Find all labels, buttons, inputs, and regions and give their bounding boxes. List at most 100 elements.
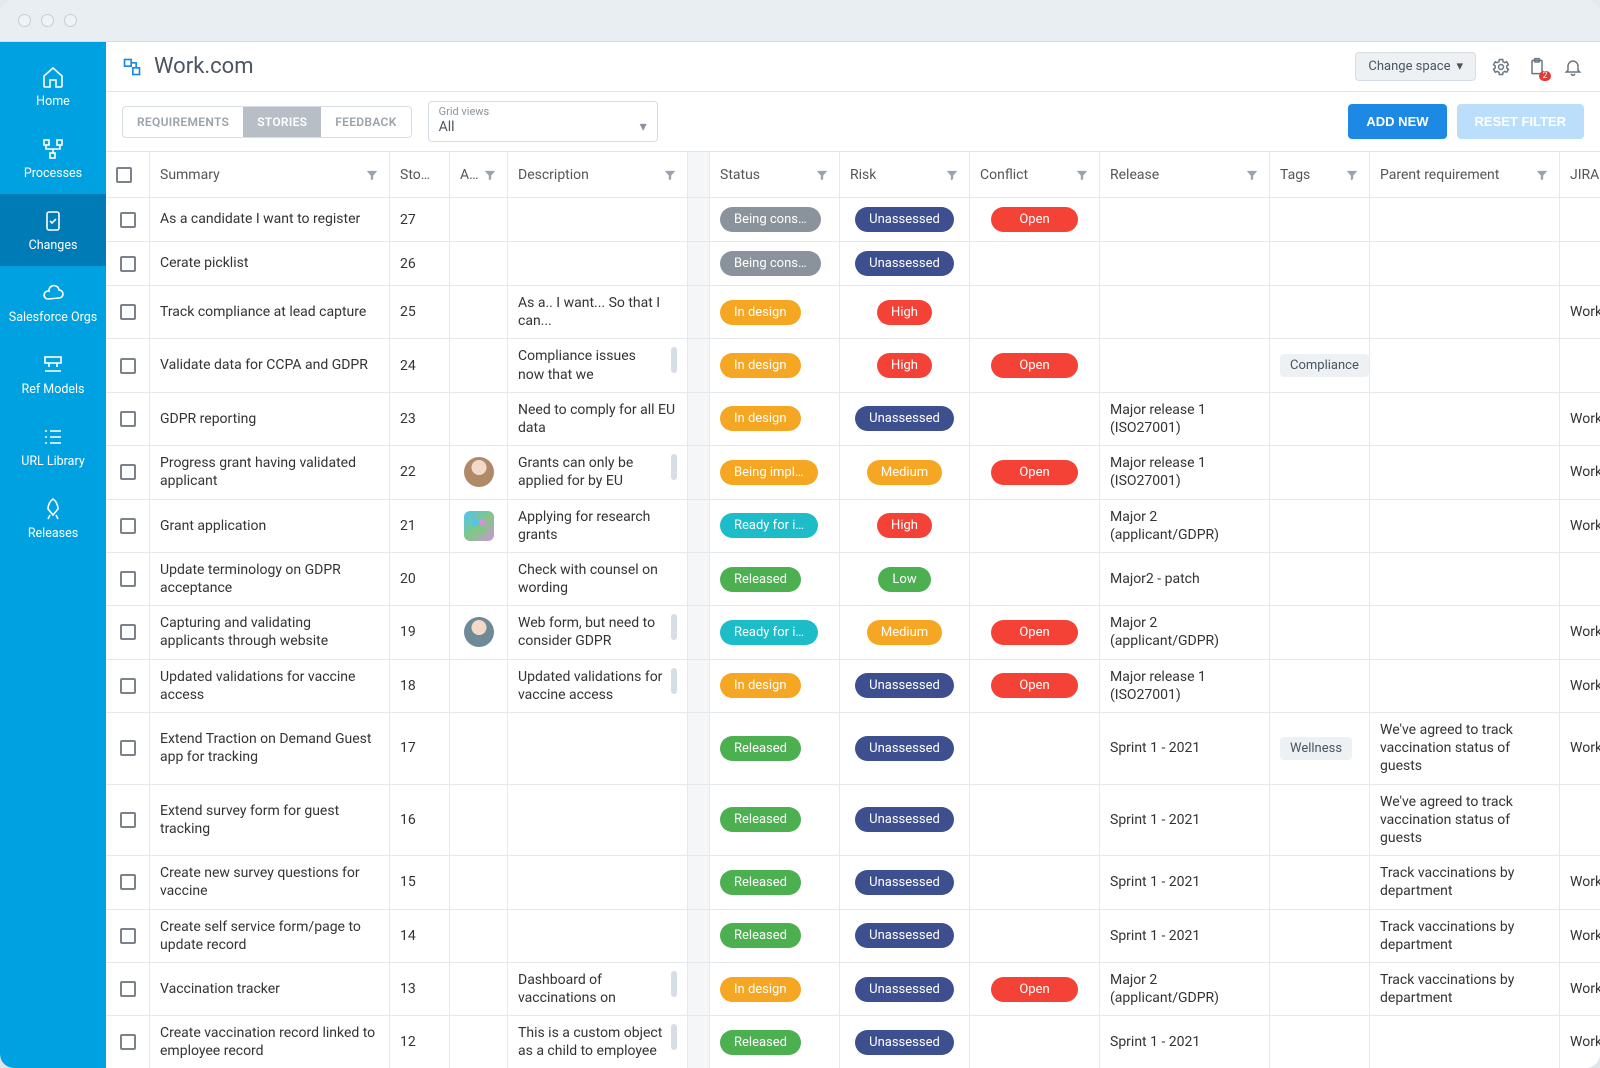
sidebar-item-releases[interactable]: Releases [0,482,106,554]
cell-description[interactable] [508,856,688,909]
cell-release[interactable]: Sprint 1 - 2021 [1100,785,1270,857]
cell-jira[interactable]: Work.com [1560,500,1600,553]
cell-story-number[interactable]: 24 [390,339,450,392]
cell-risk[interactable]: Medium [840,606,970,659]
cell-assignee[interactable] [450,286,508,339]
grid-views-select[interactable]: Grid views All ▾ [428,101,658,142]
cell-summary[interactable]: Grant application [150,500,390,553]
cell-assignee[interactable] [450,198,508,242]
cell-summary[interactable]: As a candidate I want to register [150,198,390,242]
column-header-checkbox[interactable] [106,152,150,198]
row-checkbox-cell[interactable] [106,500,150,553]
cell-status[interactable]: Released [710,1016,840,1068]
cell-summary[interactable]: Capturing and validating applicants thro… [150,606,390,659]
cell-risk[interactable]: Unassessed [840,393,970,446]
cell-conflict[interactable] [970,856,1100,909]
cell-story-number[interactable]: 16 [390,785,450,857]
cell-conflict[interactable] [970,910,1100,963]
cell-story-number[interactable]: 19 [390,606,450,659]
cell-release[interactable]: Major 2 (applicant/GDPR) [1100,963,1270,1016]
cell-description[interactable]: Web form, but need to consider GDPR [508,606,688,659]
resize-handle-icon[interactable] [671,668,677,694]
cell-release[interactable]: Major 2 (applicant/GDPR) [1100,500,1270,553]
row-checkbox[interactable] [120,874,136,890]
cell-status[interactable]: In design [710,660,840,713]
row-checkbox[interactable] [120,464,136,480]
cell-risk[interactable]: Low [840,553,970,606]
row-checkbox-cell[interactable] [106,713,150,785]
traffic-light-close[interactable] [18,14,31,27]
cell-story-number[interactable]: 26 [390,242,450,286]
cell-status[interactable]: Ready for i… [710,606,840,659]
cell-jira[interactable]: Work.com [1560,286,1600,339]
row-checkbox[interactable] [120,812,136,828]
cell-conflict[interactable] [970,393,1100,446]
row-checkbox-cell[interactable] [106,446,150,499]
filter-icon[interactable] [483,168,497,182]
sidebar-item-url-library[interactable]: URL Library [0,410,106,482]
cell-description[interactable] [508,785,688,857]
cell-assignee[interactable] [450,339,508,392]
filter-icon[interactable] [1535,168,1549,182]
cell-assignee[interactable] [450,606,508,659]
cell-summary[interactable]: Create self service form/page to update … [150,910,390,963]
filter-icon[interactable] [1075,168,1089,182]
cell-assignee[interactable] [450,856,508,909]
resize-handle-icon[interactable] [671,347,677,373]
cell-jira[interactable]: Work.com [1560,963,1600,1016]
resize-handle-icon[interactable] [671,971,677,997]
row-checkbox[interactable] [120,624,136,640]
cell-status[interactable]: Released [710,713,840,785]
cell-conflict[interactable]: Open [970,963,1100,1016]
row-checkbox[interactable] [120,928,136,944]
cell-parent[interactable] [1370,198,1560,242]
cell-tags[interactable] [1270,286,1370,339]
cell-jira[interactable] [1560,785,1600,857]
cell-release[interactable] [1100,198,1270,242]
cell-summary[interactable]: Track compliance at lead capture [150,286,390,339]
cell-tags[interactable] [1270,393,1370,446]
cell-summary[interactable]: Extend survey form for guest tracking [150,785,390,857]
change-space-dropdown[interactable]: Change space ▾ [1355,52,1476,81]
cell-tags[interactable] [1270,963,1370,1016]
cell-summary[interactable]: Updated validations for vaccine access [150,660,390,713]
cell-tags[interactable] [1270,242,1370,286]
cell-status[interactable]: Being cons… [710,242,840,286]
row-checkbox[interactable] [120,518,136,534]
cell-tags[interactable] [1270,500,1370,553]
tab-feedback[interactable]: FEEDBACK [321,107,410,137]
cell-summary[interactable]: Create vaccination record linked to empl… [150,1016,390,1068]
cell-jira[interactable]: Work.com [1560,606,1600,659]
cell-conflict[interactable] [970,553,1100,606]
cell-risk[interactable]: Unassessed [840,242,970,286]
traffic-light-minimize[interactable] [41,14,54,27]
cell-assignee[interactable] [450,1016,508,1068]
row-checkbox-cell[interactable] [106,553,150,606]
cell-conflict[interactable] [970,286,1100,339]
cell-description[interactable]: Grants can only be applied for by EU [508,446,688,499]
cell-status[interactable]: In design [710,963,840,1016]
cell-status[interactable]: Released [710,856,840,909]
cell-conflict[interactable]: Open [970,606,1100,659]
cell-risk[interactable]: High [840,286,970,339]
cell-conflict[interactable]: Open [970,339,1100,392]
filter-icon[interactable] [945,168,959,182]
cell-conflict[interactable]: Open [970,198,1100,242]
cell-assignee[interactable] [450,785,508,857]
cell-risk[interactable]: High [840,339,970,392]
cell-summary[interactable]: Vaccination tracker [150,963,390,1016]
cell-risk[interactable]: Unassessed [840,963,970,1016]
cell-story-number[interactable]: 20 [390,553,450,606]
filter-icon[interactable] [815,168,829,182]
cell-conflict[interactable] [970,785,1100,857]
column-header-risk[interactable]: Risk [840,152,970,198]
cell-story-number[interactable]: 22 [390,446,450,499]
cell-risk[interactable]: Medium [840,446,970,499]
column-header-status[interactable]: Status [710,152,840,198]
cell-release[interactable] [1100,339,1270,392]
cell-parent[interactable] [1370,286,1560,339]
row-checkbox-cell[interactable] [106,606,150,659]
cell-story-number[interactable]: 12 [390,1016,450,1068]
column-header-conflict[interactable]: Conflict [970,152,1100,198]
cell-conflict[interactable]: Open [970,660,1100,713]
